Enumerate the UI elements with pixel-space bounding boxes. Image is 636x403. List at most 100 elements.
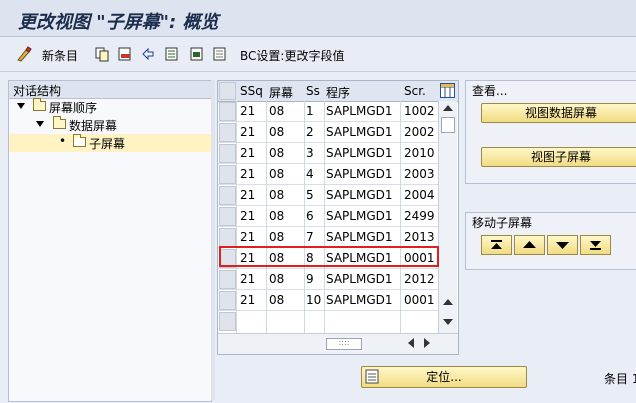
- column-header-program[interactable]: 程序: [326, 84, 350, 101]
- select-all-rows-button[interactable]: [219, 82, 236, 100]
- scroll-left-icon[interactable]: [408, 338, 414, 348]
- table-row[interactable]: 21 08 7 SAPLMGD1 2013: [218, 227, 438, 248]
- cell-scr[interactable]: 2010: [404, 143, 435, 163]
- column-header-ssq[interactable]: SSq: [240, 84, 263, 98]
- move-up-button[interactable]: [514, 235, 545, 255]
- row-selector[interactable]: [219, 207, 236, 226]
- row-selector[interactable]: [219, 165, 236, 184]
- expand-icon[interactable]: [36, 121, 44, 127]
- cell-ssq[interactable]: 21: [240, 101, 255, 121]
- cell-scr[interactable]: 1002: [404, 101, 435, 121]
- undo-icon[interactable]: [140, 46, 156, 62]
- cell-ssq[interactable]: 21: [240, 185, 255, 205]
- cell-program[interactable]: SAPLMGD1: [326, 164, 393, 184]
- cell-screen[interactable]: 08: [269, 290, 284, 310]
- cell-program[interactable]: SAPLMGD1: [326, 101, 393, 121]
- cell-screen[interactable]: 08: [269, 269, 284, 289]
- table-row[interactable]: 21 08 9 SAPLMGD1 2012: [218, 269, 438, 290]
- position-button[interactable]: 定位...: [361, 366, 527, 388]
- move-down-button[interactable]: [547, 235, 578, 255]
- column-header-screen[interactable]: 屏幕: [269, 84, 293, 101]
- move-top-button[interactable]: [481, 235, 512, 255]
- row-selector[interactable]: [219, 186, 236, 205]
- cell-ss[interactable]: 3: [306, 143, 314, 163]
- cell-ssq[interactable]: 21: [240, 164, 255, 184]
- tree-node-sub-screen[interactable]: • 子屏幕: [9, 134, 211, 152]
- row-selector[interactable]: [219, 270, 236, 289]
- cell-program[interactable]: SAPLMGD1: [326, 206, 393, 226]
- cell-screen[interactable]: 08: [269, 206, 284, 226]
- row-selector[interactable]: [219, 291, 236, 310]
- scroll-up-icon[interactable]: [443, 105, 453, 111]
- column-settings-icon[interactable]: [440, 83, 455, 98]
- horizontal-scrollbar[interactable]: ::::: [218, 333, 458, 354]
- select-all-icon[interactable]: [164, 46, 180, 62]
- cell-screen[interactable]: 08: [269, 164, 284, 184]
- cell-program[interactable]: SAPLMGD1: [326, 143, 393, 163]
- vertical-scrollbar[interactable]: [438, 101, 457, 333]
- cell-scr[interactable]: 2499: [404, 206, 435, 226]
- cell-ss[interactable]: 2: [306, 122, 314, 142]
- deselect-all-icon[interactable]: [212, 46, 228, 62]
- row-selector[interactable]: [219, 102, 236, 121]
- expand-icon[interactable]: [17, 103, 25, 109]
- cell-program[interactable]: SAPLMGD1: [326, 122, 393, 142]
- row-selector[interactable]: [219, 123, 236, 142]
- view-sub-screen-button[interactable]: 视图子屏幕: [481, 147, 636, 167]
- cell-program[interactable]: SAPLMGD1: [326, 227, 393, 247]
- cell-ssq[interactable]: 21: [240, 269, 255, 289]
- row-selector[interactable]: [219, 144, 236, 163]
- new-entries-button[interactable]: 新条目: [42, 47, 78, 64]
- row-selector[interactable]: [219, 312, 236, 331]
- display-change-icon[interactable]: [16, 46, 32, 62]
- cell-scr[interactable]: 2003: [404, 164, 435, 184]
- delete-icon[interactable]: [117, 46, 133, 62]
- table-row[interactable]: 21 08 5 SAPLMGD1 2004: [218, 185, 438, 206]
- column-header-ss[interactable]: Ss: [306, 84, 320, 98]
- cell-ss[interactable]: 10: [306, 290, 321, 310]
- cell-screen[interactable]: 08: [269, 143, 284, 163]
- cell-program[interactable]: SAPLMGD1: [326, 185, 393, 205]
- scroll-down-icon[interactable]: [443, 319, 453, 325]
- cell-screen[interactable]: 08: [269, 122, 284, 142]
- cell-ss[interactable]: 1: [306, 101, 314, 121]
- cell-ss[interactable]: 5: [306, 185, 314, 205]
- bc-set-button[interactable]: BC设置:更改字段值: [240, 47, 344, 64]
- column-header-scr[interactable]: Scr.: [404, 84, 426, 98]
- cell-ss[interactable]: 7: [306, 227, 314, 247]
- cell-scr[interactable]: 2012: [404, 269, 435, 289]
- scroll-page-up-icon[interactable]: [443, 299, 453, 305]
- scroll-thumb[interactable]: [441, 117, 455, 133]
- cell-ssq[interactable]: 21: [240, 290, 255, 310]
- cell-screen[interactable]: 08: [269, 185, 284, 205]
- tree-node-data-screen[interactable]: 数据屏幕: [9, 116, 211, 134]
- tree-node-screen-sequence[interactable]: 屏幕顺序: [9, 98, 211, 116]
- move-bottom-button[interactable]: [580, 235, 611, 255]
- table-row[interactable]: 21 08 10 SAPLMGD1 0001: [218, 290, 438, 311]
- table-row[interactable]: 21 08 6 SAPLMGD1 2499: [218, 206, 438, 227]
- cell-scr[interactable]: 2013: [404, 227, 435, 247]
- cell-screen[interactable]: 08: [269, 101, 284, 121]
- cell-scr[interactable]: 2004: [404, 185, 435, 205]
- table-row[interactable]: 21 08 2 SAPLMGD1 2002: [218, 122, 438, 143]
- cell-screen[interactable]: 08: [269, 227, 284, 247]
- select-block-icon[interactable]: [189, 46, 205, 62]
- cell-ssq[interactable]: 21: [240, 227, 255, 247]
- cell-ssq[interactable]: 21: [240, 122, 255, 142]
- cell-program[interactable]: SAPLMGD1: [326, 290, 393, 310]
- cell-ssq[interactable]: 21: [240, 143, 255, 163]
- table-row[interactable]: 21 08 4 SAPLMGD1 2003: [218, 164, 438, 185]
- splitter-handle[interactable]: [211, 80, 215, 400]
- cell-scr[interactable]: 0001: [404, 290, 435, 310]
- table-row[interactable]: 21 08 3 SAPLMGD1 2010: [218, 143, 438, 164]
- row-selector[interactable]: [219, 228, 236, 247]
- cell-ss[interactable]: 6: [306, 206, 314, 226]
- copy-icon[interactable]: [94, 46, 110, 62]
- scroll-right-icon[interactable]: [424, 338, 430, 348]
- cell-ssq[interactable]: 21: [240, 206, 255, 226]
- cell-ss[interactable]: 9: [306, 269, 314, 289]
- cell-scr[interactable]: 2002: [404, 122, 435, 142]
- cell-program[interactable]: SAPLMGD1: [326, 269, 393, 289]
- hscroll-thumb[interactable]: ::::: [326, 338, 362, 350]
- table-row[interactable]: 21 08 1 SAPLMGD1 1002: [218, 101, 438, 122]
